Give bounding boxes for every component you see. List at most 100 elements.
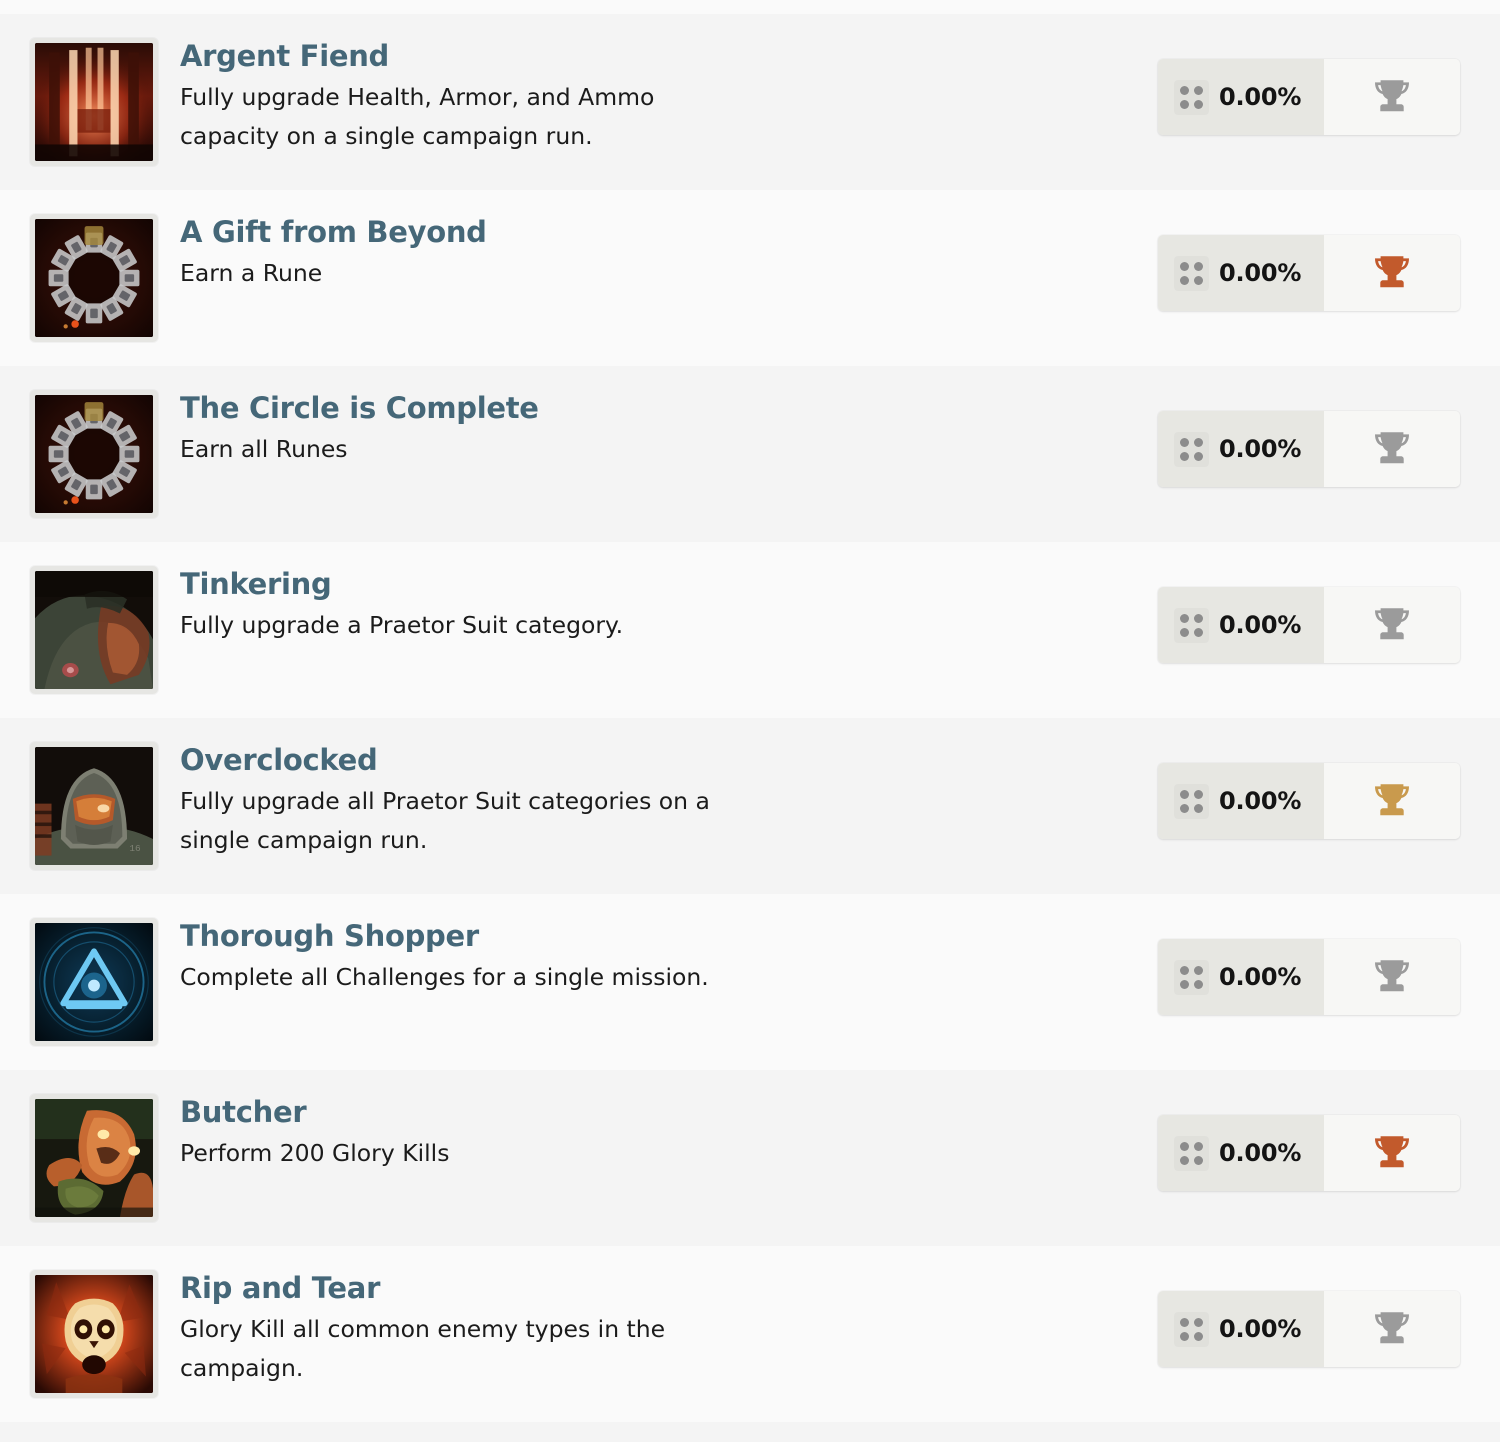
achievement-progress[interactable]: 0.00% — [1158, 763, 1324, 839]
previous-row-sliver — [0, 0, 1500, 14]
achievement-stats: 0.00% — [1158, 59, 1460, 135]
achievement-title[interactable]: Argent Fiend — [180, 40, 940, 73]
achievement-description: Complete all Challenges for a single mis… — [180, 963, 709, 992]
achievement-row[interactable]: Butcher Perform 200 Glory Kills 0.00% — [0, 1070, 1500, 1246]
trophy-button[interactable] — [1324, 1291, 1460, 1367]
achievement-text: A Gift from Beyond Earn a Rune — [158, 214, 940, 293]
achievement-row[interactable]: Argent Fiend Fully upgrade Health, Armor… — [0, 14, 1500, 190]
grid-dots-icon — [1174, 608, 1209, 643]
achievement-stats: 0.00% — [1158, 1115, 1460, 1191]
achievement-thumbnail-frame — [30, 214, 158, 342]
progress-percent: 0.00% — [1219, 611, 1302, 639]
achievement-row[interactable]: The Circle is Complete Earn all Runes 0.… — [0, 366, 1500, 542]
achievement-text: Rip and Tear Glory Kill all common enemy… — [158, 1270, 940, 1388]
praetor-suit-thumbnail — [35, 571, 153, 689]
trophy-icon — [1371, 605, 1413, 645]
progress-percent: 0.00% — [1219, 963, 1302, 991]
rune-circle-thumbnail — [35, 219, 153, 337]
progress-percent: 0.00% — [1219, 787, 1302, 815]
achievement-stats: 0.00% — [1158, 939, 1460, 1015]
achievement-title[interactable]: Thorough Shopper — [180, 920, 940, 953]
achievement-stats: 0.00% — [1158, 587, 1460, 663]
achievement-text: Overclocked Fully upgrade all Praetor Su… — [158, 742, 940, 860]
achievement-progress[interactable]: 0.00% — [1158, 587, 1324, 663]
achievement-row[interactable]: A Gift from Beyond Earn a Rune 0.00% — [0, 190, 1500, 366]
achievement-description: Earn a Rune — [180, 259, 323, 288]
achievement-thumbnail-frame: 16 — [30, 742, 158, 870]
grid-dots-icon — [1174, 1136, 1209, 1171]
achievement-thumbnail-frame — [30, 38, 158, 166]
achievement-description: Fully upgrade a Praetor Suit category. — [180, 611, 624, 640]
trophy-button[interactable] — [1324, 763, 1460, 839]
achievement-progress[interactable]: 0.00% — [1158, 59, 1324, 135]
progress-percent: 0.00% — [1219, 1139, 1302, 1167]
achievement-title[interactable]: Tinkering — [180, 568, 940, 601]
achievement-thumbnail-frame — [30, 566, 158, 694]
achievement-text: Tinkering Fully upgrade a Praetor Suit c… — [158, 566, 940, 645]
achievement-progress[interactable]: 0.00% — [1158, 1291, 1324, 1367]
achievement-title[interactable]: Butcher — [180, 1096, 940, 1129]
achievement-stats: 0.00% — [1158, 763, 1460, 839]
achievement-stats: 0.00% — [1158, 235, 1460, 311]
achievement-description: Glory Kill all common enemy types in the… — [180, 1315, 666, 1382]
achievement-text: Butcher Perform 200 Glory Kills — [158, 1094, 940, 1173]
trophy-button[interactable] — [1324, 411, 1460, 487]
trophy-icon — [1371, 429, 1413, 469]
achievement-stats: 0.00% — [1158, 1291, 1460, 1367]
achievement-row[interactable]: Thorough Shopper Complete all Challenges… — [0, 894, 1500, 1070]
svg-text:16: 16 — [129, 843, 141, 854]
achievement-progress[interactable]: 0.00% — [1158, 1115, 1324, 1191]
grid-dots-icon — [1174, 432, 1209, 467]
achievement-stats: 0.00% — [1158, 411, 1460, 487]
argent-tower-thumbnail — [35, 43, 153, 161]
grid-dots-icon — [1174, 960, 1209, 995]
achievement-thumbnail-frame — [30, 918, 158, 1046]
trophy-button[interactable] — [1324, 587, 1460, 663]
trophy-button[interactable] — [1324, 1115, 1460, 1191]
achievement-row[interactable]: Rip and Tear Glory Kill all common enemy… — [0, 1246, 1500, 1422]
achievement-description: Fully upgrade Health, Armor, and Ammo ca… — [180, 83, 655, 150]
trophy-icon — [1371, 957, 1413, 997]
progress-percent: 0.00% — [1219, 435, 1302, 463]
trophy-icon — [1371, 1309, 1413, 1349]
achievement-row[interactable]: 16 Overclocked Fully upgrade all Praetor… — [0, 718, 1500, 894]
achievement-row[interactable]: Tinkering Fully upgrade a Praetor Suit c… — [0, 542, 1500, 718]
progress-percent: 0.00% — [1219, 83, 1302, 111]
trophy-icon — [1371, 253, 1413, 293]
grid-dots-icon — [1174, 80, 1209, 115]
blue-triangle-hologram-thumbnail — [35, 923, 153, 1041]
possessed-demon-thumbnail — [35, 1099, 153, 1217]
next-row-sliver — [0, 1422, 1500, 1442]
achievement-title[interactable]: The Circle is Complete — [180, 392, 940, 425]
trophy-icon — [1371, 781, 1413, 821]
progress-percent: 0.00% — [1219, 259, 1302, 287]
achievement-progress[interactable]: 0.00% — [1158, 235, 1324, 311]
doom-slayer-helmet-thumbnail: 16 — [35, 747, 153, 865]
achievement-progress[interactable]: 0.00% — [1158, 411, 1324, 487]
trophy-icon — [1371, 77, 1413, 117]
progress-percent: 0.00% — [1219, 1315, 1302, 1343]
burning-skull-thumbnail — [35, 1275, 153, 1393]
achievement-text: The Circle is Complete Earn all Runes — [158, 390, 940, 469]
achievement-title[interactable]: A Gift from Beyond — [180, 216, 940, 249]
achievement-thumbnail-frame — [30, 390, 158, 518]
achievement-list: Argent Fiend Fully upgrade Health, Armor… — [0, 0, 1500, 1442]
achievement-description: Perform 200 Glory Kills — [180, 1139, 450, 1168]
achievement-title[interactable]: Rip and Tear — [180, 1272, 940, 1305]
grid-dots-icon — [1174, 1312, 1209, 1347]
trophy-button[interactable] — [1324, 235, 1460, 311]
rune-circle-thumbnail — [35, 395, 153, 513]
grid-dots-icon — [1174, 784, 1209, 819]
achievement-thumbnail-frame — [30, 1270, 158, 1398]
achievement-description: Earn all Runes — [180, 435, 348, 464]
achievement-description: Fully upgrade all Praetor Suit categorie… — [180, 787, 710, 854]
trophy-button[interactable] — [1324, 939, 1460, 1015]
achievement-title[interactable]: Overclocked — [180, 744, 940, 777]
grid-dots-icon — [1174, 256, 1209, 291]
achievement-progress[interactable]: 0.00% — [1158, 939, 1324, 1015]
trophy-button[interactable] — [1324, 59, 1460, 135]
achievement-text: Argent Fiend Fully upgrade Health, Armor… — [158, 38, 940, 156]
achievement-text: Thorough Shopper Complete all Challenges… — [158, 918, 940, 997]
trophy-icon — [1371, 1133, 1413, 1173]
achievement-thumbnail-frame — [30, 1094, 158, 1222]
